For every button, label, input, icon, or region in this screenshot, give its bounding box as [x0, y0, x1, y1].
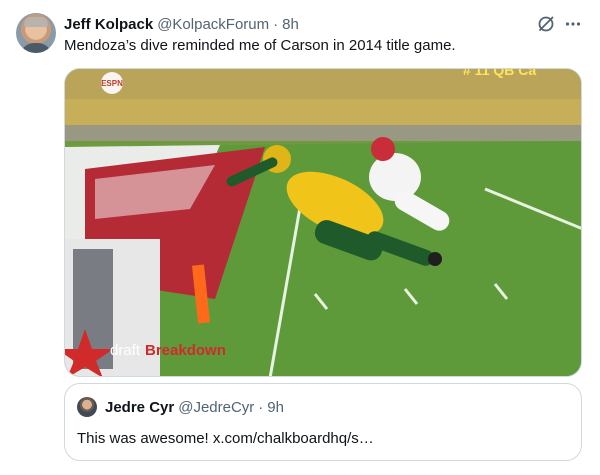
football-dive-illustration: ESPN # 11 QB Ca draft Breakdown [65, 69, 581, 376]
quote-header-separator: · [258, 398, 264, 416]
avatar-hair [24, 17, 48, 27]
tweet-card[interactable]: Jeff Kolpack @KolpackForum · 8h Mendoza’… [0, 0, 600, 475]
header-separator: · [273, 15, 279, 33]
grok-slash-circle-icon [538, 16, 554, 32]
defender-player [369, 153, 421, 201]
watermark-suffix: Breakdown [145, 342, 226, 359]
avatar-shirt [20, 43, 52, 53]
more-horizontal-icon [565, 22, 581, 26]
tweet-header: Jeff Kolpack @KolpackForum · 8h [64, 14, 299, 34]
more-options-button[interactable] [563, 14, 583, 34]
author-handle[interactable]: @KolpackForum [157, 16, 269, 33]
quote-text: This was awesome! x.com/chalkboardhq/s… [77, 430, 374, 447]
top-banner-text: # 11 QB Ca [463, 69, 536, 78]
quote-header: Jedre Cyr @JedreCyr · 9h [105, 398, 284, 416]
tweet-timestamp[interactable]: 8h [282, 16, 299, 33]
broadcaster-logo: ESPN [101, 79, 123, 88]
tweet-media-image[interactable]: ESPN # 11 QB Ca draft Breakdown [64, 68, 582, 377]
tweet-text: Mendoza’s dive reminded me of Carson in … [64, 37, 456, 54]
grok-button[interactable] [536, 14, 556, 34]
author-display-name[interactable]: Jeff Kolpack [64, 16, 153, 33]
watermark-prefix: draft [110, 342, 141, 359]
quote-author-handle[interactable]: @JedreCyr [178, 399, 254, 416]
quoted-tweet[interactable]: Jedre Cyr @JedreCyr · 9h This was awesom… [64, 383, 582, 461]
quote-author-display-name[interactable]: Jedre Cyr [105, 399, 174, 416]
author-avatar[interactable] [16, 13, 56, 53]
quote-timestamp[interactable]: 9h [267, 399, 284, 416]
quote-author-avatar[interactable] [77, 397, 97, 417]
